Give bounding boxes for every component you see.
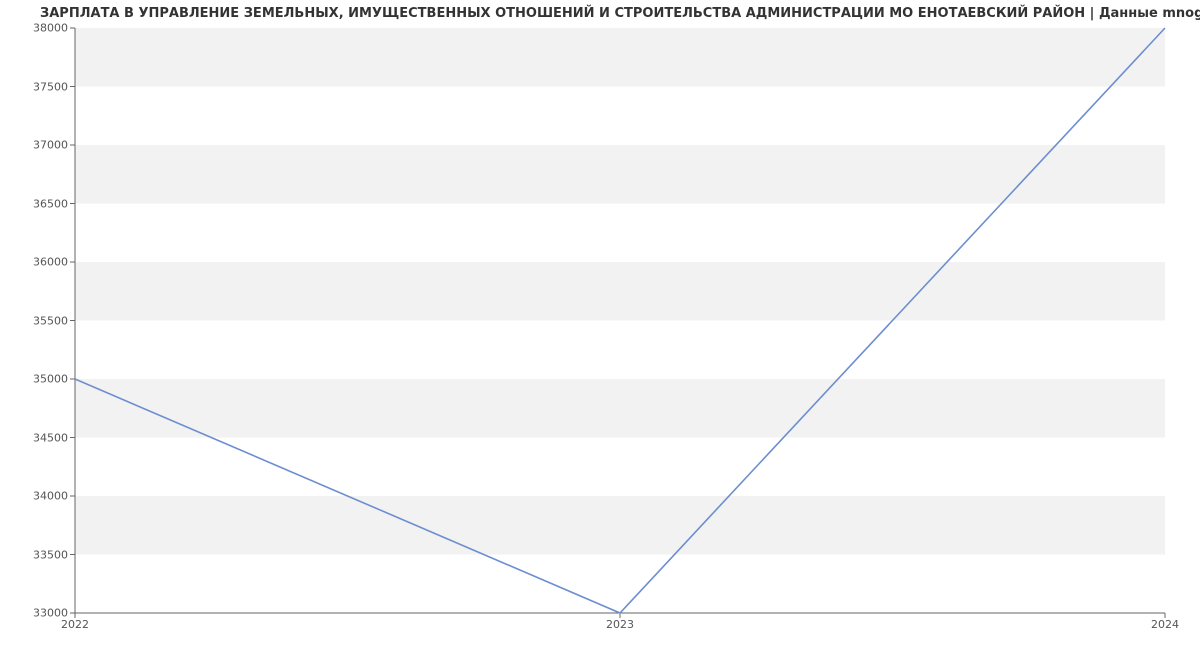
y-tick-label: 35000 [13,373,68,386]
grid-band [75,262,1165,321]
plot-area [75,28,1165,613]
y-tick-label: 34000 [13,490,68,503]
y-tick-label: 38000 [13,22,68,35]
y-tick-label: 36500 [13,197,68,210]
x-tick-label: 2022 [61,618,89,631]
x-tick-label: 2023 [606,618,634,631]
chart-title: ЗАРПЛАТА В УПРАВЛЕНИЕ ЗЕМЕЛЬНЫХ, ИМУЩЕСТ… [40,6,1200,21]
chart-svg [75,28,1165,613]
y-tick-label: 37000 [13,139,68,152]
y-tick-label: 34500 [13,431,68,444]
chart-container: ЗАРПЛАТА В УПРАВЛЕНИЕ ЗЕМЕЛЬНЫХ, ИМУЩЕСТ… [0,0,1200,650]
y-tick-label: 33000 [13,607,68,620]
grid-band [75,28,1165,87]
grid-band [75,379,1165,438]
y-tick-label: 35500 [13,314,68,327]
grid-band [75,145,1165,204]
y-tick-label: 37500 [13,80,68,93]
y-tick-label: 33500 [13,548,68,561]
x-tick-label: 2024 [1151,618,1179,631]
grid-band [75,496,1165,555]
y-tick-label: 36000 [13,256,68,269]
